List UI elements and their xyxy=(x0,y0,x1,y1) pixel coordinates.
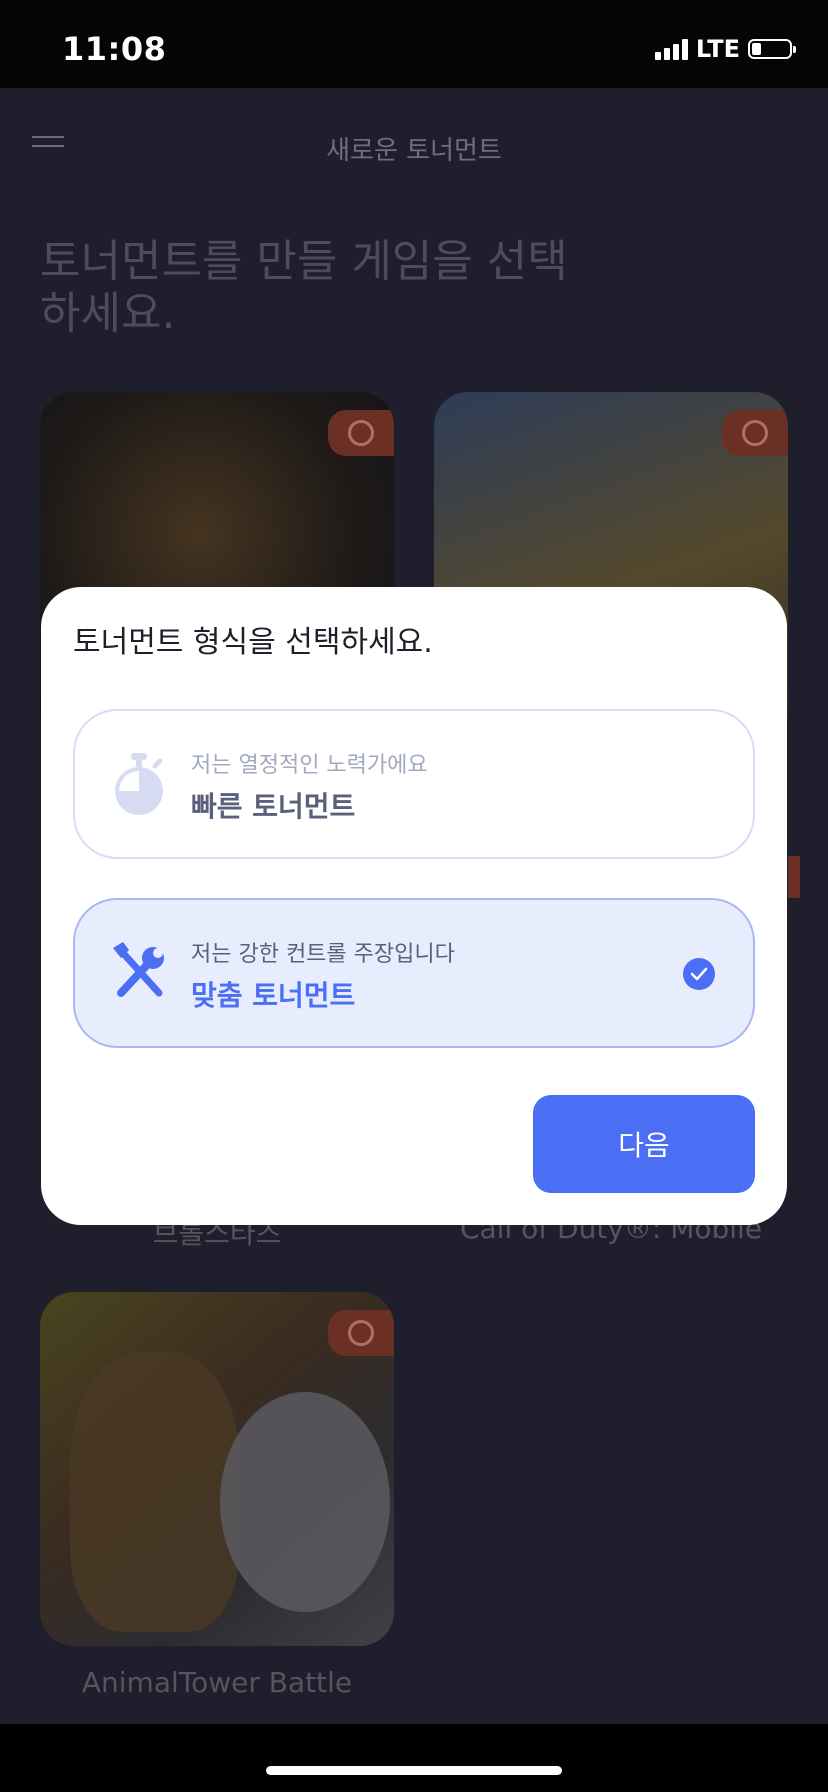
page-title: 새로운 토너먼트 xyxy=(326,136,502,166)
timer-badge-icon xyxy=(788,856,800,898)
status-bar: 11:08 LTE xyxy=(0,0,828,88)
status-time: 11:08 xyxy=(62,30,167,68)
battery-icon xyxy=(748,39,796,59)
option-quick-subtitle: 저는 열정적인 노력가에요 xyxy=(191,753,428,778)
option-custom-tournament[interactable]: 저는 강한 컨트롤 주장입니다 맞춤 토너먼트 xyxy=(73,898,755,1048)
option-quick-tournament[interactable]: 저는 열정적인 노력가에요 빠른 토너먼트 xyxy=(73,709,755,859)
network-label: LTE xyxy=(695,35,740,63)
battery-level xyxy=(752,43,761,55)
timer-badge-icon xyxy=(328,410,394,456)
game-label-animaltower[interactable]: AnimalTower Battle xyxy=(40,1666,394,1699)
timer-badge-icon xyxy=(328,1310,394,1356)
home-indicator[interactable] xyxy=(266,1766,562,1775)
status-indicators: LTE xyxy=(654,34,796,64)
next-button[interactable]: 다음 xyxy=(533,1095,755,1193)
tournament-format-modal: 토너먼트 형식을 선택하세요. 저는 열정적인 노력가에요 빠른 토너먼트 저는… xyxy=(41,587,787,1225)
option-custom-subtitle: 저는 강한 컨트롤 주장입니다 xyxy=(191,942,455,967)
signal-icon xyxy=(654,38,688,60)
option-custom-title: 맞춤 토너먼트 xyxy=(191,979,356,1012)
giraffe-image xyxy=(70,1352,240,1632)
home-bar-area xyxy=(0,1724,828,1792)
panda-image xyxy=(220,1392,390,1612)
modal-title: 토너먼트 형식을 선택하세요. xyxy=(73,625,433,660)
tools-icon xyxy=(113,942,164,997)
page-heading: 토너먼트를 만들 게임을 선택하세요. xyxy=(40,236,568,339)
option-quick-title: 빠른 토너먼트 xyxy=(191,790,356,823)
stopwatch-icon xyxy=(115,753,163,815)
timer-badge-icon xyxy=(722,410,788,456)
checkmark-icon xyxy=(683,958,715,990)
game-card-animaltower[interactable] xyxy=(40,1292,394,1646)
